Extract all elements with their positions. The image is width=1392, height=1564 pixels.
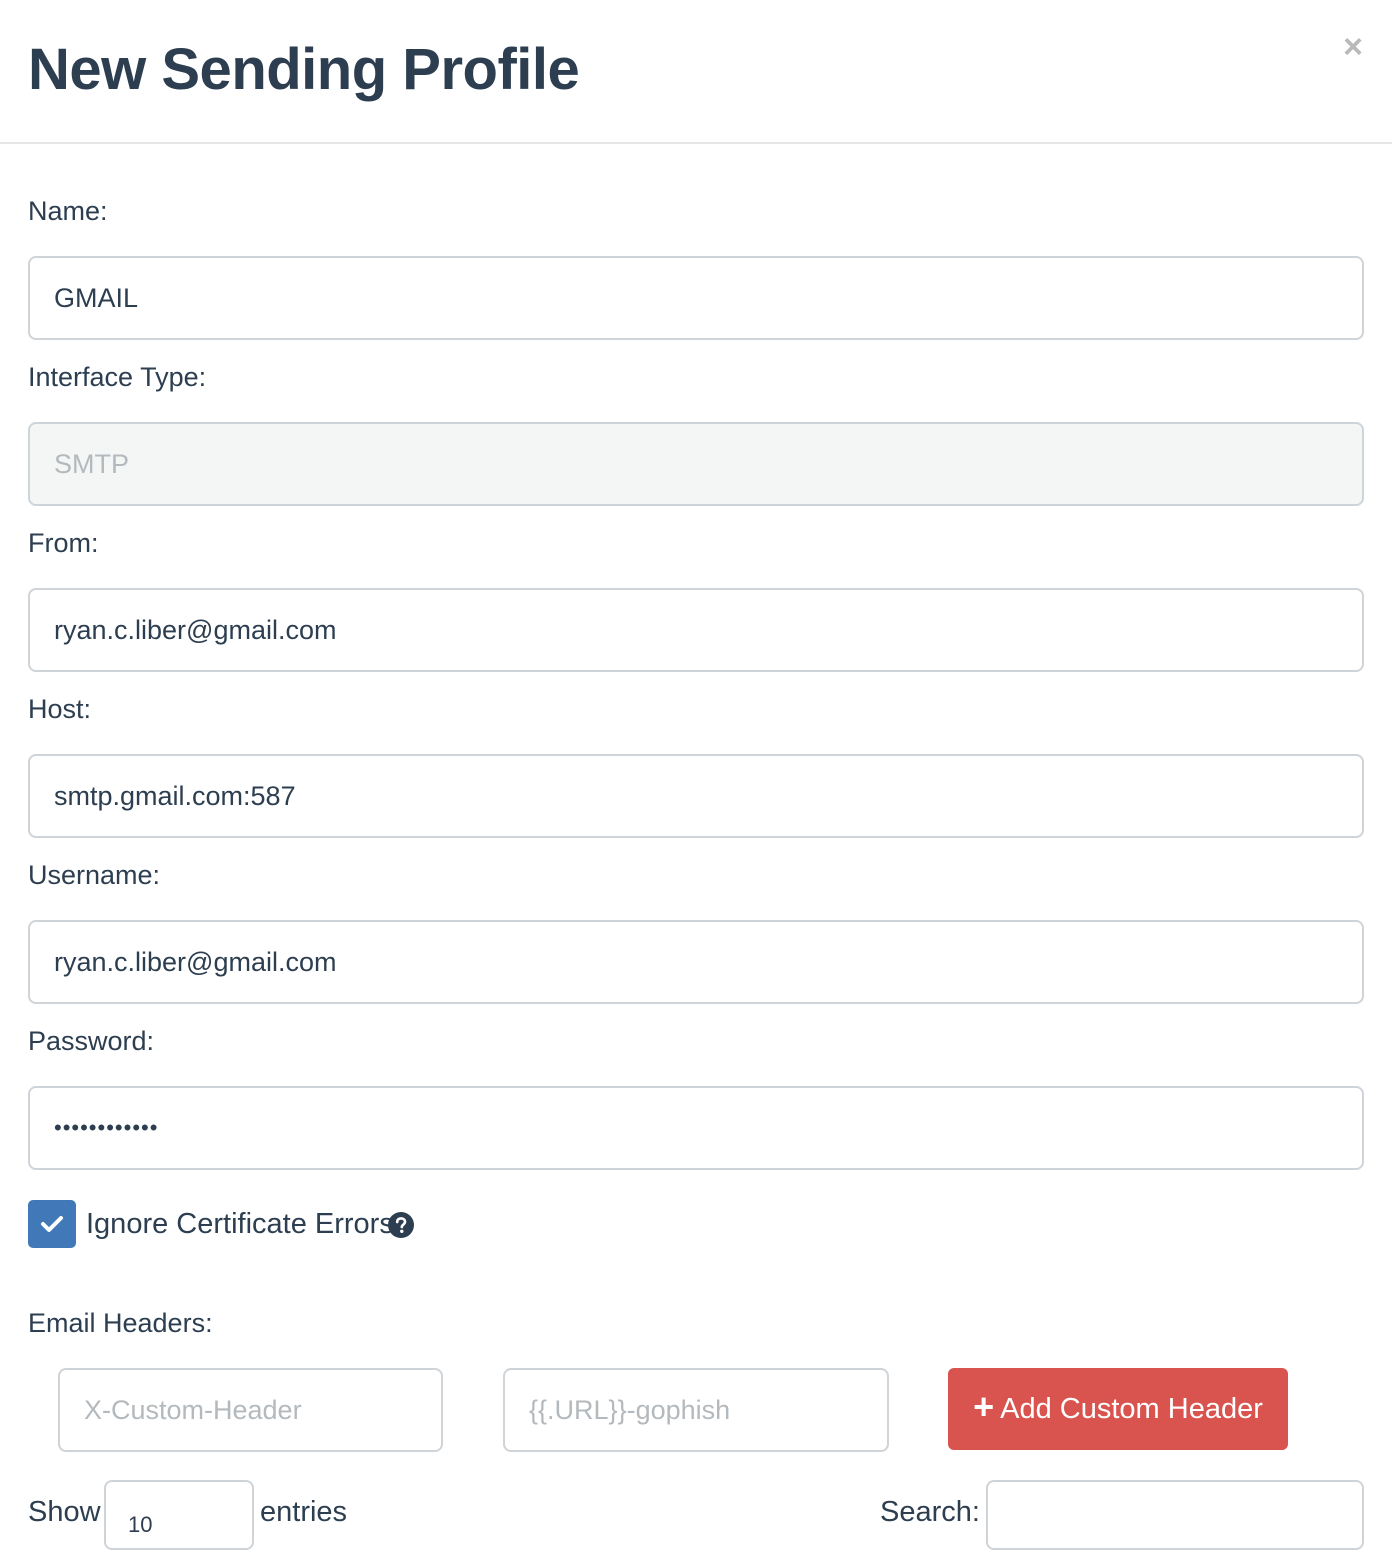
plus-icon: + [973, 1386, 995, 1427]
check-icon [41, 1216, 63, 1232]
custom-header-value-input[interactable]: {{.URL}}-gophish [503, 1368, 889, 1452]
username-input[interactable]: ryan.c.liber@gmail.com [28, 920, 1364, 1004]
name-label: Name: [28, 196, 108, 226]
new-sending-profile-modal: New Sending Profile × Name: GMAIL Interf… [0, 0, 1392, 1564]
interface-type-label: Interface Type: [28, 362, 207, 392]
add-custom-header-label: Add Custom Header [1000, 1392, 1263, 1425]
host-input[interactable]: smtp.gmail.com:587 [28, 754, 1364, 838]
add-custom-header-button[interactable]: + Add Custom Header [948, 1368, 1288, 1450]
from-label: From: [28, 528, 99, 558]
host-label: Host: [28, 694, 92, 724]
entries-length-select[interactable]: 10 [104, 1480, 254, 1550]
search-label: Search: [880, 1496, 980, 1528]
email-headers-label: Email Headers: [28, 1308, 213, 1338]
modal-header: New Sending Profile × [0, 0, 1392, 144]
ignore-cert-checkbox[interactable] [28, 1200, 76, 1248]
question-circle-icon[interactable] [388, 1212, 414, 1238]
username-label: Username: [28, 860, 161, 890]
entries-label: entries [260, 1496, 348, 1528]
password-label: Password: [28, 1026, 155, 1056]
name-input[interactable]: GMAIL [28, 256, 1364, 340]
ignore-cert-label: Ignore Certificate Errors [86, 1208, 394, 1240]
search-input[interactable] [986, 1480, 1364, 1550]
modal-title: New Sending Profile [28, 37, 580, 102]
password-input[interactable]: •••••••••••• [28, 1086, 1364, 1170]
from-input[interactable]: ryan.c.liber@gmail.com [28, 588, 1364, 672]
close-icon[interactable]: × [1336, 30, 1370, 64]
interface-type-input: SMTP [28, 422, 1364, 506]
show-label: Show [28, 1496, 101, 1528]
custom-header-name-input[interactable]: X-Custom-Header [58, 1368, 443, 1452]
